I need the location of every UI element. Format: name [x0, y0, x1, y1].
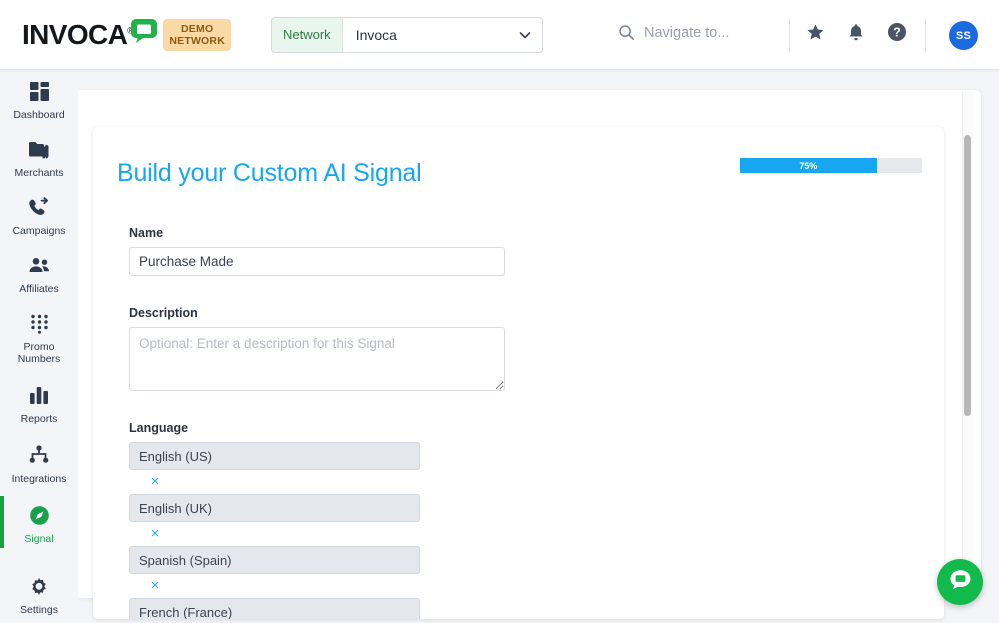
app-header: INVOCA® DEMO NETWORK Network Invoca Navi…	[0, 0, 999, 70]
demo-network-badge: DEMO NETWORK	[163, 19, 231, 51]
network-selector-value[interactable]: Invoca	[343, 18, 508, 52]
language-select-value: English (US)	[139, 449, 212, 464]
compass-icon	[29, 503, 50, 527]
remove-language-button[interactable]: ×	[145, 473, 165, 491]
sidebar-item-promo-numbers[interactable]: Promo Numbers	[0, 302, 78, 372]
language-select-value: English (UK)	[139, 501, 212, 516]
sidebar-item-label: Settings	[20, 604, 58, 616]
star-icon[interactable]	[806, 23, 825, 42]
gear-icon	[28, 574, 50, 598]
sidebar-item-settings[interactable]: Settings	[0, 552, 78, 623]
brand-logo[interactable]: INVOCA® DEMO NETWORK	[22, 19, 231, 51]
chat-bubble-icon	[129, 17, 159, 43]
language-row: English (UK) ×	[129, 494, 914, 543]
network-selector[interactable]: Network Invoca	[271, 17, 543, 53]
chevron-down-icon[interactable]	[508, 18, 542, 52]
chat-bubble-icon	[948, 568, 973, 597]
progress-bar: 75%	[740, 158, 922, 173]
sidebar-item-reports[interactable]: Reports	[0, 372, 78, 432]
svg-text:?: ?	[893, 26, 901, 40]
chat-widget-button[interactable]	[937, 559, 983, 605]
sidebar-item-label: Integrations	[12, 473, 67, 485]
sidebar-item-dashboard[interactable]: Dashboard	[0, 70, 78, 128]
demo-badge-line2: NETWORK	[169, 35, 225, 47]
signal-builder-body: 75% Build your Custom AI Signal Name Des…	[93, 127, 944, 619]
language-select[interactable]: English (UK)	[129, 494, 420, 522]
language-select[interactable]: Spanish (Spain)	[129, 546, 420, 574]
sidebar-item-label: Promo Numbers	[2, 341, 76, 365]
remove-language-button[interactable]: ×	[145, 577, 165, 595]
progress-bar-label: 75%	[799, 161, 817, 171]
header-icon-group: ?	[806, 22, 907, 42]
global-search[interactable]: Navigate to...	[618, 24, 729, 41]
language-row: English (US) ×	[129, 442, 914, 491]
name-field-label: Name	[129, 226, 914, 240]
description-input[interactable]	[129, 327, 505, 391]
language-row: Spanish (Spain) ×	[129, 546, 914, 595]
dot-grid-icon	[29, 311, 50, 335]
sidebar-item-label: Signal	[24, 533, 53, 545]
avatar[interactable]: SS	[949, 21, 978, 50]
sidebar: Dashboard Merchants Campaigns Promo Numb…	[0, 70, 78, 619]
search-input[interactable]: Navigate to...	[644, 25, 729, 41]
sidebar-item-merchants[interactable]: Merchants	[0, 128, 78, 186]
people-icon	[28, 253, 51, 277]
sidebar-item-label: Campaigns	[12, 225, 65, 237]
dashboard-grid-icon	[29, 79, 50, 103]
language-select-value: Spanish (Spain)	[139, 553, 232, 568]
sidebar-item-signal[interactable]: Signal	[0, 492, 78, 552]
content-scrollbar-thumb[interactable]	[964, 135, 971, 416]
logo-wordmark: INVOCA®	[22, 21, 133, 49]
sidebar-item-affiliates[interactable]: Promo Numbers Affiliates	[0, 244, 78, 302]
bell-icon[interactable]	[847, 23, 865, 42]
language-select-value: French (France)	[139, 605, 232, 620]
phone-forward-icon	[28, 195, 50, 219]
header-divider-right	[925, 18, 926, 52]
name-input[interactable]	[129, 247, 505, 276]
language-select[interactable]: French (France)	[129, 598, 420, 619]
language-field-label: Language	[129, 421, 914, 435]
demo-badge-line1: DEMO	[169, 23, 225, 35]
progress-bar-fill: 75%	[740, 158, 877, 173]
sidebar-item-label: Affiliates	[19, 283, 59, 295]
description-field-label: Description	[129, 306, 914, 320]
sidebar-item-label: Reports	[21, 413, 58, 425]
sidebar-item-campaigns[interactable]: Campaigns	[0, 186, 78, 244]
avatar-initials: SS	[956, 30, 971, 42]
node-tree-icon	[28, 443, 50, 467]
network-selector-label: Network	[272, 18, 343, 52]
folders-icon	[28, 137, 50, 161]
question-circle-icon[interactable]: ?	[887, 22, 907, 42]
sidebar-item-integrations[interactable]: Integrations	[0, 432, 78, 492]
signal-builder-card: 75% Build your Custom AI Signal Name Des…	[93, 127, 944, 619]
sidebar-item-label: Dashboard	[13, 109, 64, 121]
remove-language-button[interactable]: ×	[145, 525, 165, 543]
search-icon	[618, 24, 635, 41]
header-divider-left	[789, 18, 790, 52]
language-row: French (France) ×	[129, 598, 914, 619]
bar-chart-icon	[29, 383, 49, 407]
sidebar-item-label: Merchants	[14, 167, 63, 179]
language-select[interactable]: English (US)	[129, 442, 420, 470]
